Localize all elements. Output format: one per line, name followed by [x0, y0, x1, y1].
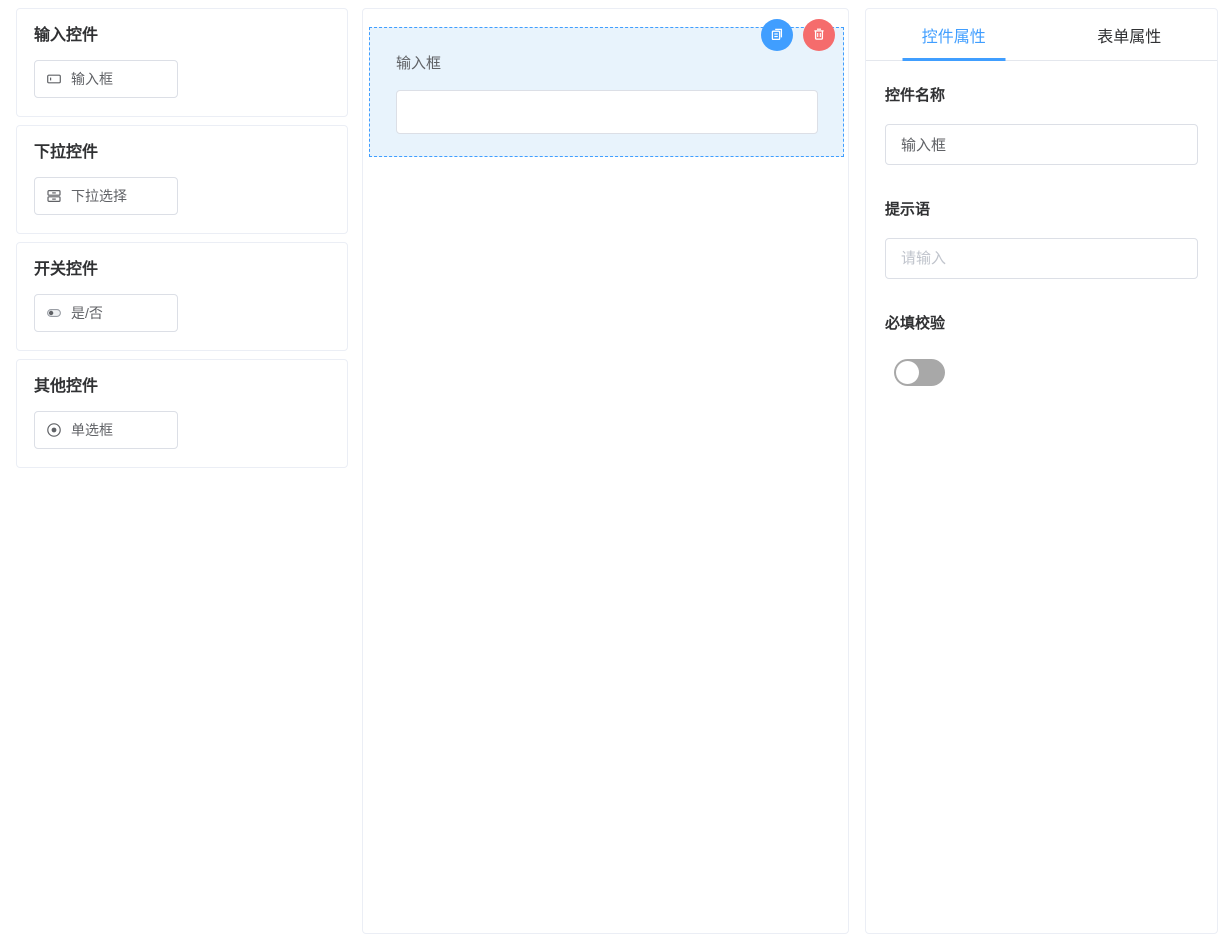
tab-form-properties[interactable]: 表单属性: [1042, 9, 1218, 60]
tab-widget-properties[interactable]: 控件属性: [866, 9, 1042, 60]
trash-icon: [810, 25, 828, 46]
properties-body: 控件名称 提示语 必填校验: [866, 61, 1217, 386]
required-label: 必填校验: [885, 315, 1198, 332]
copy-icon: [768, 25, 786, 46]
palette-item-label: 是/否: [71, 303, 103, 323]
widget-name-input[interactable]: [885, 124, 1198, 165]
placeholder-label: 提示语: [885, 201, 1198, 218]
select-icon: [46, 188, 62, 204]
form-designer-app: 输入控件 输入框 下拉控件: [0, 0, 1227, 949]
palette-section-select: 下拉控件 下拉选择: [16, 125, 348, 234]
widget-action-buttons: [761, 19, 835, 51]
widget-preview-input[interactable]: [396, 90, 818, 134]
toggle-knob: [896, 361, 919, 384]
properties-tabs: 控件属性 表单属性: [866, 9, 1217, 61]
copy-widget-button[interactable]: [761, 19, 793, 51]
placeholder-group: 提示语: [885, 201, 1198, 279]
placeholder-input[interactable]: [885, 238, 1198, 279]
radio-icon: [46, 422, 62, 438]
palette-item-select[interactable]: 下拉选择: [34, 177, 178, 215]
widget-palette: 输入控件 输入框 下拉控件: [16, 8, 348, 476]
palette-section-title: 输入控件: [34, 26, 331, 46]
required-group: 必填校验: [885, 315, 1198, 386]
palette-item-yes-no[interactable]: 是/否: [34, 294, 178, 332]
palette-section-switch: 开关控件 是/否: [16, 242, 348, 351]
widget-name-label: 控件名称: [885, 87, 1198, 104]
palette-item-radio[interactable]: 单选框: [34, 411, 178, 449]
palette-item-label: 下拉选择: [71, 186, 127, 206]
palette-item-input-box[interactable]: 输入框: [34, 60, 178, 98]
palette-section-title: 下拉控件: [34, 143, 331, 163]
switch-icon: [46, 305, 62, 321]
palette-section-title: 其他控件: [34, 377, 331, 397]
widget-name-group: 控件名称: [885, 87, 1198, 165]
input-box-icon: [46, 71, 62, 87]
palette-section-input: 输入控件 输入框: [16, 8, 348, 117]
palette-item-label: 单选框: [71, 420, 113, 440]
design-canvas[interactable]: 输入框: [362, 8, 849, 934]
palette-section-title: 开关控件: [34, 260, 331, 280]
widget-label: 输入框: [396, 52, 441, 73]
properties-panel: 控件属性 表单属性 控件名称 提示语 必填校验: [865, 8, 1218, 934]
required-toggle[interactable]: [894, 359, 945, 386]
palette-item-label: 输入框: [71, 69, 113, 89]
selected-widget-input-box[interactable]: 输入框: [369, 27, 844, 157]
palette-section-other: 其他控件 单选框: [16, 359, 348, 468]
delete-widget-button[interactable]: [803, 19, 835, 51]
